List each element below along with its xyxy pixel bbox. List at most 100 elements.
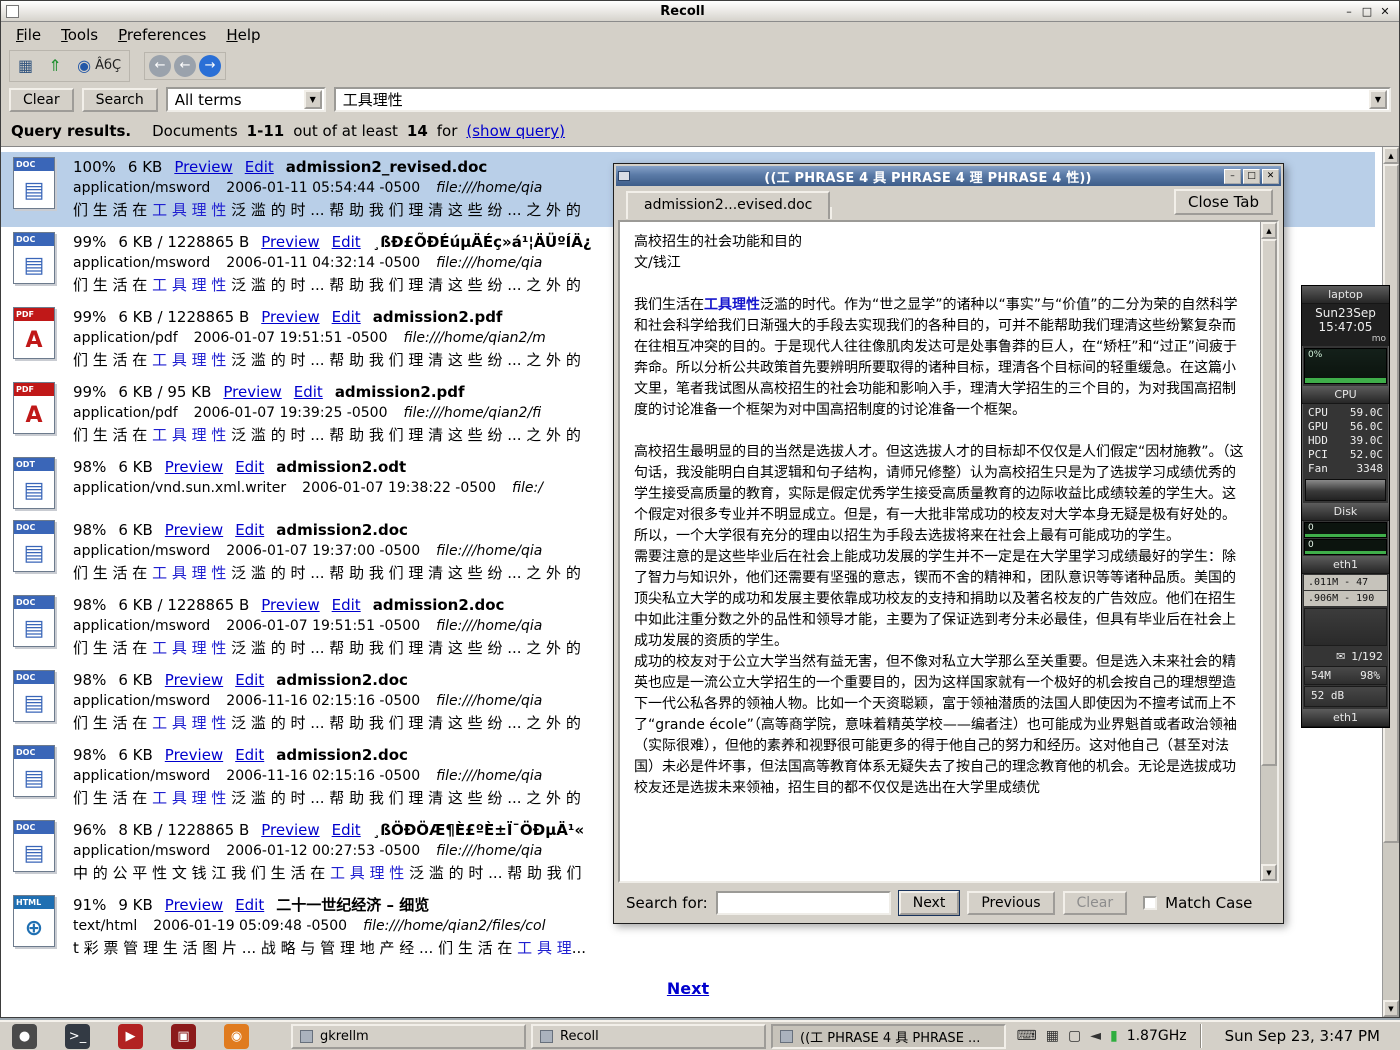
- search-button[interactable]: Search: [82, 88, 158, 112]
- match-case-checkbox[interactable]: [1143, 896, 1157, 910]
- prev-page-icon[interactable]: ←: [174, 55, 196, 77]
- close-icon[interactable]: ✕: [1376, 3, 1394, 19]
- result-range: 1-11: [247, 122, 285, 140]
- preview-link[interactable]: Preview: [261, 232, 319, 253]
- find-input[interactable]: [716, 891, 891, 915]
- edit-link[interactable]: Edit: [235, 457, 264, 478]
- edit-link[interactable]: Edit: [332, 307, 361, 328]
- launcher-media-icon[interactable]: ▶: [118, 1024, 143, 1049]
- preview-titlebar[interactable]: ((工 PHRASE 4 具 PHRASE 4 理 PHRASE 4 性)) –…: [616, 166, 1281, 186]
- taskbar-window-button[interactable]: gkrellm: [291, 1024, 526, 1049]
- file-type-badge: DOC: [14, 821, 54, 834]
- edit-link[interactable]: Edit: [235, 745, 264, 766]
- result-body: 98% 6 KB Preview Edit admission2.doc app…: [73, 745, 581, 809]
- preview-link[interactable]: Preview: [165, 520, 223, 541]
- edit-link[interactable]: Edit: [235, 670, 264, 691]
- preview-link[interactable]: Preview: [223, 382, 281, 403]
- preview-scroll-up-icon[interactable]: ▲: [1261, 222, 1277, 239]
- preview-paragraph: 我们生活在工具理性泛滥的时代。作为“世之显学”的诸种以“事实”与“价值”的二分为…: [634, 295, 1247, 421]
- edit-link[interactable]: Edit: [332, 232, 361, 253]
- display-icon[interactable]: ▢: [1068, 1028, 1081, 1044]
- query-input[interactable]: 工具理性 ▼: [334, 87, 1391, 112]
- snippet-post: 泛 滥 的 时 ... 帮 助 我 们: [404, 864, 581, 882]
- show-query-link[interactable]: (show query): [466, 122, 565, 140]
- keyboard-indicator-icon[interactable]: ⌨: [1017, 1028, 1037, 1044]
- result-line-2: application/msword 2006-01-12 00:27:53 -…: [73, 841, 584, 862]
- toolbar-button[interactable]: ⇑: [44, 53, 70, 79]
- launcher-menu-icon[interactable]: ●: [12, 1024, 37, 1049]
- file-type-glyph: ▤: [14, 247, 54, 283]
- gkrellm-clock: Sun23Sep 15:47:05: [1302, 304, 1389, 334]
- result-body: 98% 6 KB Preview Edit admission2.doc app…: [73, 670, 581, 734]
- search-mode-select[interactable]: All terms ▼: [166, 87, 326, 112]
- maximize-icon[interactable]: □: [1358, 3, 1376, 19]
- pager-icon[interactable]: ▦: [1046, 1028, 1059, 1044]
- launcher-package-icon[interactable]: ▣: [171, 1024, 196, 1049]
- first-page-icon[interactable]: ←: [149, 55, 171, 77]
- toolbar-button[interactable]: ◉ ÂбÇ: [73, 53, 125, 79]
- edit-link[interactable]: Edit: [332, 595, 361, 616]
- window-title: Recoll: [25, 4, 1340, 19]
- result-snippet: 们 生 活 在 工 具 理 性 泛 滥 的 时 ... 帮 助 我 们 理 清 …: [73, 424, 581, 446]
- taskbar-clock[interactable]: Sun Sep 23, 3:47 PM: [1215, 1027, 1394, 1045]
- mime-type: application/msword: [73, 766, 210, 787]
- preview-link[interactable]: Preview: [261, 820, 319, 841]
- taskbar-window-button[interactable]: Recoll: [531, 1024, 766, 1049]
- mail-count: 1/192: [1351, 649, 1383, 664]
- menu-item[interactable]: File: [7, 24, 50, 46]
- preview-scroll-down-icon[interactable]: ▼: [1261, 864, 1277, 881]
- chevron-down-icon[interactable]: ▼: [304, 90, 322, 109]
- find-next-button[interactable]: Next: [899, 891, 960, 915]
- result-line-1: 98% 6 KB Preview Edit admission2.doc: [73, 745, 581, 766]
- file-type-icon: PDF A: [13, 307, 55, 359]
- preview-link[interactable]: Preview: [165, 895, 223, 916]
- menu-item[interactable]: Help: [217, 24, 269, 46]
- edit-link[interactable]: Edit: [235, 895, 264, 916]
- file-type-icon: ODT ▤: [13, 457, 55, 509]
- find-clear-button[interactable]: Clear: [1063, 891, 1128, 915]
- next-page-icon[interactable]: →: [199, 55, 221, 77]
- edit-link[interactable]: Edit: [245, 157, 274, 178]
- result-snippet: 们 生 活 在 工 具 理 性 泛 滥 的 时 ... 帮 助 我 们 理 清 …: [73, 787, 581, 809]
- preview-link[interactable]: Preview: [165, 457, 223, 478]
- preview-scrollbar-thumb[interactable]: [1261, 239, 1277, 766]
- out-of-text: out of at least: [293, 122, 398, 140]
- edit-link[interactable]: Edit: [235, 520, 264, 541]
- toolbar-button[interactable]: ▦: [14, 53, 41, 79]
- preview-link[interactable]: Preview: [261, 595, 319, 616]
- gkrellm-monitor[interactable]: laptop Sun23Sep 15:47:05 mo 0% CPU CPU 5…: [1301, 285, 1390, 728]
- minimize-icon[interactable]: –: [1340, 3, 1358, 19]
- scroll-down-icon[interactable]: ▼: [1383, 1000, 1399, 1017]
- edit-link[interactable]: Edit: [294, 382, 323, 403]
- menu-item[interactable]: Preferences: [109, 24, 215, 46]
- battery-icon[interactable]: ▮: [1110, 1028, 1118, 1044]
- scroll-up-icon[interactable]: ▲: [1383, 147, 1399, 164]
- preview-text-area[interactable]: 高校招生的社会功能和目的 文/钱江 我们生活在工具理性泛滥的时代。作为“世之显学…: [618, 220, 1279, 883]
- clear-button[interactable]: Clear: [9, 88, 74, 112]
- app-icon: [6, 5, 19, 18]
- launcher-firefox-icon[interactable]: ◉: [224, 1024, 249, 1049]
- taskbar-window-button[interactable]: ((工 PHRASE 4 具 PHRASE ...: [771, 1024, 1006, 1049]
- preview-scrollbar[interactable]: ▲ ▼: [1260, 222, 1277, 881]
- query-history-dropdown-icon[interactable]: ▼: [1369, 90, 1387, 109]
- find-previous-button[interactable]: Previous: [967, 891, 1054, 915]
- launcher-terminal-icon[interactable]: >_: [65, 1024, 90, 1049]
- volume-icon[interactable]: ◄: [1090, 1028, 1101, 1044]
- preview-minimize-icon[interactable]: –: [1224, 169, 1241, 184]
- preview-maximize-icon[interactable]: □: [1243, 169, 1260, 184]
- close-tab-button[interactable]: Close Tab: [1174, 189, 1273, 215]
- sensor-name: PCI: [1308, 448, 1328, 462]
- preview-close-icon[interactable]: ✕: [1262, 169, 1279, 184]
- preview-tab[interactable]: admission2...evised.doc: [626, 191, 830, 219]
- preview-link[interactable]: Preview: [165, 670, 223, 691]
- edit-link[interactable]: Edit: [332, 820, 361, 841]
- preview-link[interactable]: Preview: [174, 157, 232, 178]
- doc-date: 2006-01-12 00:27:53 -0500: [226, 841, 420, 862]
- preview-link[interactable]: Preview: [165, 745, 223, 766]
- main-titlebar[interactable]: Recoll – □ ✕: [1, 1, 1399, 22]
- menu-item[interactable]: Tools: [52, 24, 107, 46]
- snippet-post: 泛 滥 的 时 ... 帮 助 我 们 理 清 这 些 纷 ... 之 外 的: [226, 639, 580, 657]
- next-page-link[interactable]: Next: [1, 979, 1375, 998]
- sensor-value: 59.0C: [1350, 406, 1383, 420]
- preview-link[interactable]: Preview: [261, 307, 319, 328]
